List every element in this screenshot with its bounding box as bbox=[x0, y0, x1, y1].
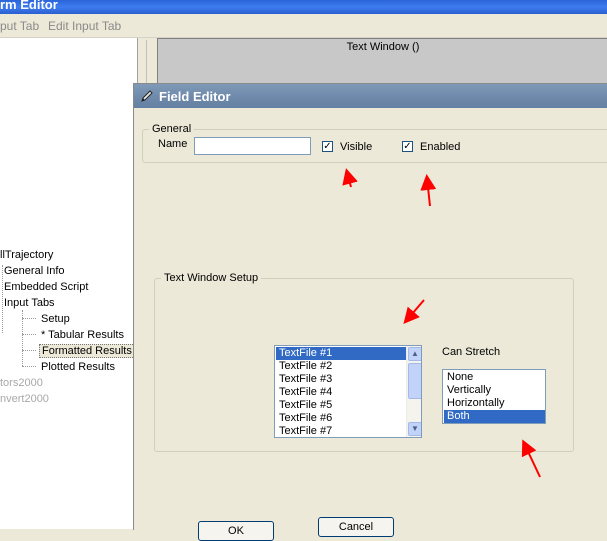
arrow-to-text-file-list-icon bbox=[403, 299, 425, 325]
arrow-to-visible-icon bbox=[342, 168, 358, 188]
arrow-to-can-stretch-icon bbox=[521, 439, 541, 478]
annotation-arrows bbox=[342, 168, 541, 478]
arrow-to-enabled-icon bbox=[420, 174, 437, 207]
